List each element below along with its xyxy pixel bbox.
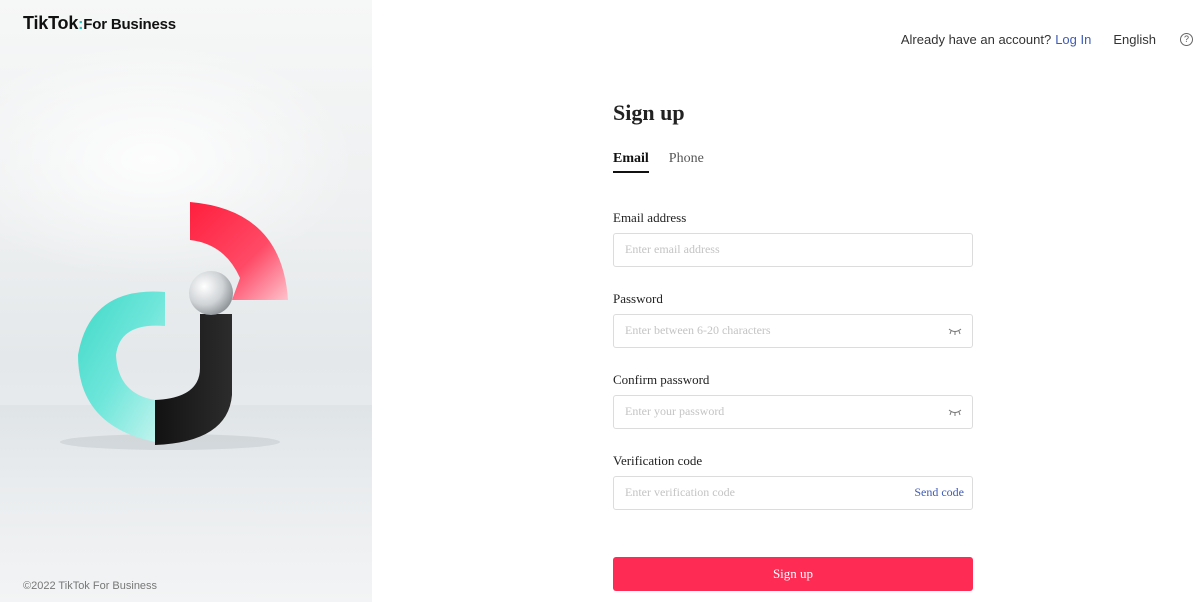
brand-suffix: For Business [83, 16, 176, 33]
verification-label: Verification code [613, 453, 703, 468]
page-title: Sign up [613, 100, 685, 125]
confirm-password-field[interactable] [614, 396, 925, 426]
tab-phone[interactable]: Phone [669, 151, 704, 173]
eye-closed-icon[interactable] [948, 326, 962, 336]
signup-button[interactable]: Sign up [613, 557, 973, 591]
confirm-password-label: Confirm password [613, 372, 710, 387]
cyan-arc [78, 291, 165, 442]
eye-closed-icon[interactable] [948, 407, 962, 417]
signup-form: Sign up Email Phone Email address Passwo… [613, 98, 973, 591]
copyright-text: ©2022 TikTok For Business [23, 580, 158, 592]
account-prompt: Already have an account? [900, 31, 1052, 47]
dark-stem [155, 314, 232, 445]
password-label: Password [613, 291, 663, 306]
email-field-wrapper [613, 233, 973, 267]
password-field-wrapper [613, 314, 973, 348]
brand-name: TikTok [23, 13, 79, 33]
password-field[interactable] [614, 315, 925, 345]
signup-tabs: Email Phone [613, 151, 973, 173]
tab-email[interactable]: Email [613, 151, 649, 173]
login-link[interactable]: Log In [1055, 32, 1091, 47]
verification-field-wrapper: Send code [613, 476, 973, 510]
verification-code-field[interactable] [614, 477, 925, 507]
confirm-password-field-wrapper [613, 395, 973, 429]
chrome-ball [189, 271, 233, 315]
help-icon[interactable]: ? [1180, 32, 1193, 46]
email-label: Email address [613, 210, 687, 225]
send-code-button[interactable]: Send code [914, 485, 964, 500]
email-field[interactable] [614, 234, 925, 264]
top-bar: Already have an account? Log In English … [901, 29, 1201, 49]
hero-panel: TikTok:For Business ©2022 TikTok For Bus… [0, 0, 372, 602]
tiktok-note-illustration [60, 202, 288, 450]
language-selector[interactable]: English [1113, 32, 1156, 47]
brand-logo[interactable]: TikTok:For Business [23, 13, 176, 34]
